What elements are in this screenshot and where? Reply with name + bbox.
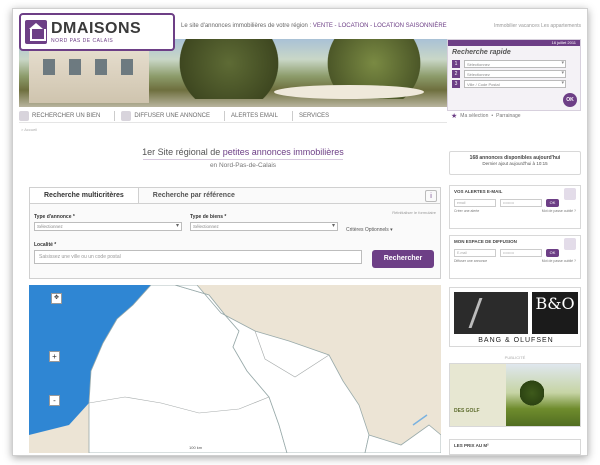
site-logo[interactable]: DMAISONS NORD PAS DE CALAIS	[19, 13, 175, 51]
type-bien-select[interactable]: Sélectionnez	[190, 222, 338, 231]
quick-search-title: Recherche rapide	[452, 49, 511, 56]
search-submit-button[interactable]: Rechercher	[372, 250, 434, 268]
quick-search-row-2: 2 Sélectionnez	[452, 70, 576, 78]
quick-search-city-input[interactable]: Ville / Code Postal	[464, 80, 566, 88]
user-links: ★ Ma sélection • Parrainage	[451, 113, 521, 120]
edit-icon	[564, 238, 576, 250]
listings-counter: 168 annonces disponibles aujourd'hui Der…	[449, 151, 581, 175]
headline-subtitle: en Nord-Pas-de-Calais	[209, 162, 277, 169]
type-bien-label: Type de biens *	[190, 214, 227, 220]
email-alerts-box: VOS ALERTES E-MAIL email ••••••••• OK Cr…	[449, 185, 581, 229]
selection-link[interactable]: Ma sélection	[460, 113, 488, 119]
optional-criteria-toggle[interactable]: Critères Optionnels ▾	[346, 227, 393, 233]
alerts-forgot-link[interactable]: Mot de passe oublié ?	[542, 209, 576, 213]
house-search-icon	[19, 110, 29, 121]
quick-search-row-3: 3 Ville / Code Postal	[452, 80, 576, 88]
top-links[interactable]: Immobilier vacances Les appartements	[494, 23, 581, 29]
localite-input[interactable]: Saisissez une ville ou un code postal	[34, 250, 362, 264]
logo-title: DMAISONS	[51, 19, 142, 37]
quick-search-ok-button[interactable]: OK	[563, 93, 577, 107]
ad-label: PUBLICITÉ	[504, 355, 526, 360]
envelope-icon	[564, 188, 576, 200]
nav-diffuser[interactable]: DIFFUSER UNE ANNONCE	[121, 110, 210, 121]
type-annonce-label: Type d'annonce *	[34, 214, 75, 220]
reset-form-link[interactable]: Réinitialiser le formulaire	[392, 210, 436, 215]
map-pan-control[interactable]: ✥	[51, 293, 62, 304]
nav-rechercher[interactable]: RECHERCHER UN BIEN	[19, 110, 100, 121]
alerts-ok-button[interactable]: OK	[546, 199, 559, 207]
page-headline: 1er Site régional de petites annonces im…	[103, 147, 383, 169]
logo-subtitle: NORD PAS DE CALAIS	[51, 37, 114, 44]
breadcrumb[interactable]: > Accueil	[21, 127, 37, 132]
quick-search-select-1[interactable]: Sélectionnez	[464, 60, 566, 68]
parrainage-link[interactable]: Parrainage	[496, 113, 520, 119]
diffusion-ok-button[interactable]: OK	[546, 249, 559, 257]
ad-image	[454, 292, 528, 334]
quick-search-select-2[interactable]: Sélectionnez	[464, 70, 566, 78]
headline-highlight: petites annonces immobilières	[222, 147, 344, 157]
diffuse-link[interactable]: Diffuser une annonce	[454, 259, 487, 263]
tab-reference[interactable]: Recherche par référence	[139, 188, 249, 203]
star-icon: ★	[451, 113, 458, 120]
alerts-password-input[interactable]: •••••••••	[500, 199, 542, 207]
nav-services[interactable]: SERVICES	[299, 113, 329, 119]
alerts-email-input[interactable]: email	[454, 199, 496, 207]
email-alerts-title: VOS ALERTES E-MAIL	[454, 189, 503, 194]
diffusion-forgot-link[interactable]: Mot de passe oublié ?	[542, 259, 576, 263]
nav-alertes[interactable]: ALERTES EMAIL	[231, 113, 278, 119]
document-icon	[121, 110, 132, 121]
region-map[interactable]: ✥ + - 100 km	[29, 285, 441, 453]
prix-m2-box[interactable]: LES PRIX AU M²	[449, 439, 581, 455]
bang-olufsen-ad[interactable]: B&O BANG & OLUFSEN	[449, 287, 581, 347]
localite-label: Localité *	[34, 242, 57, 248]
search-form: Recherche multicritères Recherche par ré…	[29, 187, 441, 279]
header-tagline: Le site d'annonces immobilières de votre…	[181, 23, 447, 29]
bo-logo: B&O	[532, 292, 578, 334]
quick-search-row-1: 1 Sélectionnez	[452, 60, 576, 68]
bo-caption: BANG & OLUFSEN	[478, 337, 554, 344]
type-annonce-select[interactable]: Sélectionnez	[34, 222, 182, 231]
tagline-links[interactable]: VENTE - LOCATION - LOCATION SAISONNIÈRE	[313, 23, 447, 29]
diffusion-login-input[interactable]: E-mail	[454, 249, 496, 257]
diffusion-password-input[interactable]: •••••••••	[500, 249, 542, 257]
diffusion-title: MON ESPACE DE DIFFUSION	[454, 239, 517, 244]
create-alert-link[interactable]: Créer une alerte	[454, 209, 479, 213]
map-zoom-out-button[interactable]: -	[49, 395, 60, 406]
map-scale: 100 km	[189, 445, 203, 450]
diffusion-box: MON ESPACE DE DIFFUSION E-mail •••••••••…	[449, 235, 581, 279]
golf-ad-logo-panel: DES GOLF	[450, 364, 506, 426]
header: DMAISONS NORD PAS DE CALAIS Le site d'an…	[13, 9, 587, 111]
map-zoom-in-button[interactable]: +	[49, 351, 60, 362]
house-logo-icon	[25, 20, 47, 44]
golf-ad-image	[506, 364, 580, 426]
golf-ad[interactable]: DES GOLF	[449, 363, 581, 427]
main-nav: RECHERCHER UN BIEN DIFFUSER UNE ANNONCE …	[19, 109, 447, 123]
tab-multicriteres[interactable]: Recherche multicritères	[30, 188, 139, 203]
quick-search-panel: 16 juillet 2011 Recherche rapide 1 Sélec…	[447, 39, 581, 111]
info-icon[interactable]: i	[425, 190, 437, 202]
page-frame: DMAISONS NORD PAS DE CALAIS Le site d'an…	[12, 8, 588, 456]
